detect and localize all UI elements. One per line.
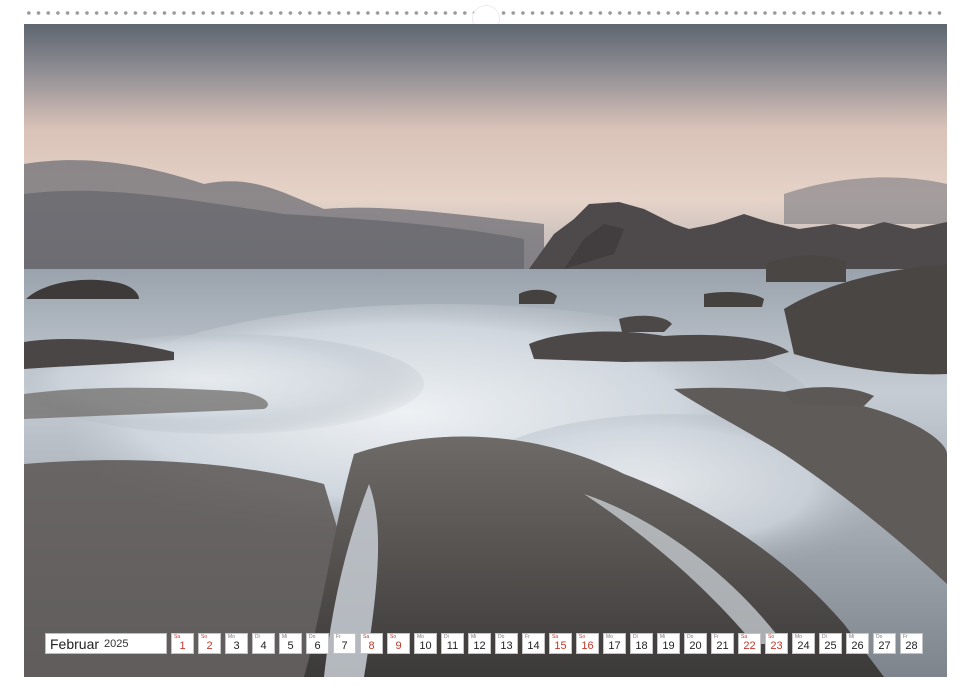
day-cell: Mo 24	[792, 633, 815, 654]
day-number: 16	[581, 640, 594, 652]
day-cell: Di 4	[252, 633, 275, 654]
day-cell: So 9	[387, 633, 410, 654]
day-cell: Sa 22	[738, 633, 761, 654]
day-number: 9	[395, 640, 402, 652]
day-number: 8	[368, 640, 375, 652]
day-number: 21	[716, 640, 729, 652]
day-number: 12	[473, 640, 486, 652]
day-cell: Mi 19	[657, 633, 680, 654]
day-cell: Mo 3	[225, 633, 248, 654]
day-cell: Di 11	[441, 633, 464, 654]
day-cell: So 23	[765, 633, 788, 654]
day-cell: Sa 8	[360, 633, 383, 654]
day-cell: Fr 7	[333, 633, 356, 654]
day-cell: Fr 14	[522, 633, 545, 654]
day-number: 13	[500, 640, 513, 652]
day-number: 23	[770, 640, 783, 652]
day-number: 5	[287, 640, 294, 652]
day-cell: Do 27	[873, 633, 896, 654]
day-number: 7	[341, 640, 348, 652]
day-cell: Di 25	[819, 633, 842, 654]
day-number: 18	[635, 640, 648, 652]
day-cell: Mo 10	[414, 633, 437, 654]
day-cell: Mi 26	[846, 633, 869, 654]
day-cell: So 2	[198, 633, 221, 654]
month-label-box: Februar 2025	[45, 633, 167, 654]
day-number: 26	[851, 640, 864, 652]
day-cell: Sa 1	[171, 633, 194, 654]
day-number: 1	[179, 640, 186, 652]
day-cell: Do 13	[495, 633, 518, 654]
day-number: 17	[608, 640, 621, 652]
day-cell: Mi 5	[279, 633, 302, 654]
day-number: 14	[527, 640, 540, 652]
day-number: 2	[206, 640, 213, 652]
month-name: Februar	[50, 635, 100, 652]
calendar-binding	[24, 0, 947, 32]
day-cell: Mi 12	[468, 633, 491, 654]
day-number: 10	[419, 640, 432, 652]
day-number: 28	[905, 640, 918, 652]
day-cell: Fr 21	[711, 633, 734, 654]
day-number: 6	[314, 640, 321, 652]
day-number: 11	[446, 640, 459, 652]
day-number: 3	[233, 640, 240, 652]
day-cell: Di 18	[630, 633, 653, 654]
day-number: 4	[260, 640, 267, 652]
day-cell: Mo 17	[603, 633, 626, 654]
day-number: 22	[743, 640, 756, 652]
day-cell: So 16	[576, 633, 599, 654]
landscape-photo	[24, 24, 947, 677]
day-cell: Sa 15	[549, 633, 572, 654]
day-number: 15	[554, 640, 567, 652]
day-cell: Do 6	[306, 633, 329, 654]
calendar-strip: Februar 2025 Sa 1 So 2 Mo 3 Di 4 Mi 5 Do 6 Fr 7 Sa 8 So 9…	[45, 633, 923, 654]
day-cell: Do 20	[684, 633, 707, 654]
day-number: 25	[824, 640, 837, 652]
day-number: 24	[797, 640, 810, 652]
day-cell: Fr 28	[900, 633, 923, 654]
year: 2025	[104, 637, 129, 650]
day-number: 19	[662, 640, 675, 652]
day-number: 27	[878, 640, 891, 652]
day-number: 20	[689, 640, 702, 652]
day-cells: Sa 1 So 2 Mo 3 Di 4 Mi 5 Do 6 Fr 7 Sa 8 So 9 Mo 10 Di 11 Mi 12 D…	[171, 633, 923, 654]
